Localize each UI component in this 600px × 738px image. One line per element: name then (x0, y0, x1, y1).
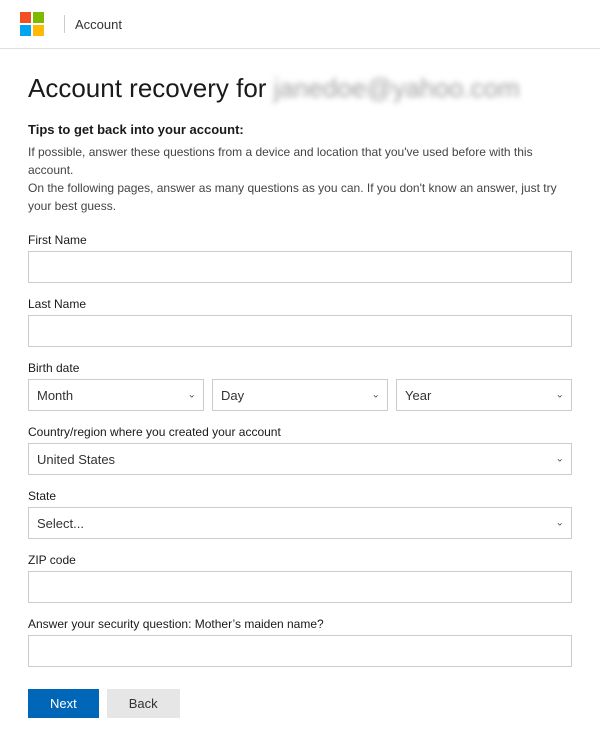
button-row: Next Back (28, 689, 572, 718)
state-group: State Select... ⌄ (28, 489, 572, 539)
tips-line1: If possible, answer these questions from… (28, 145, 533, 177)
country-label: Country/region where you created your ac… (28, 425, 572, 439)
main-content: Account recovery for janedoe@yahoo.com T… (0, 49, 600, 738)
year-select-wrap: Year ⌄ (396, 379, 572, 411)
day-select-wrap: Day 12345 678910 1112131415 1617181920 2… (212, 379, 388, 411)
microsoft-logo (20, 12, 44, 36)
header: Account (0, 0, 600, 49)
birth-date-group: Birth date Month JanuaryFebruaryMarch Ap… (28, 361, 572, 411)
country-select-wrap: United States ⌄ (28, 443, 572, 475)
security-group: Answer your security question: Mother’s … (28, 617, 572, 667)
security-label: Answer your security question: Mother’s … (28, 617, 572, 631)
last-name-group: Last Name (28, 297, 572, 347)
zip-label: ZIP code (28, 553, 572, 567)
month-select[interactable]: Month JanuaryFebruaryMarch AprilMayJune … (28, 379, 204, 411)
month-select-wrap: Month JanuaryFebruaryMarch AprilMayJune … (28, 379, 204, 411)
zip-input[interactable] (28, 571, 572, 603)
tips-text: If possible, answer these questions from… (28, 143, 572, 215)
security-input[interactable] (28, 635, 572, 667)
header-divider (64, 15, 65, 33)
tips-line2: On the following pages, answer as many q… (28, 181, 557, 213)
tips-section: Tips to get back into your account: If p… (28, 122, 572, 215)
next-button[interactable]: Next (28, 689, 99, 718)
header-account-label: Account (75, 17, 122, 32)
day-select[interactable]: Day 12345 678910 1112131415 1617181920 2… (212, 379, 388, 411)
zip-group: ZIP code (28, 553, 572, 603)
year-select[interactable]: Year (396, 379, 572, 411)
page-container: Account Account recovery for janedoe@yah… (0, 0, 600, 738)
page-title-static: Account recovery for (28, 73, 266, 103)
country-group: Country/region where you created your ac… (28, 425, 572, 475)
country-select[interactable]: United States (28, 443, 572, 475)
first-name-input[interactable] (28, 251, 572, 283)
last-name-label: Last Name (28, 297, 572, 311)
state-label: State (28, 489, 572, 503)
first-name-group: First Name (28, 233, 572, 283)
state-select-wrap: Select... ⌄ (28, 507, 572, 539)
birth-date-row: Month JanuaryFebruaryMarch AprilMayJune … (28, 379, 572, 411)
state-select[interactable]: Select... (28, 507, 572, 539)
birth-date-label: Birth date (28, 361, 572, 375)
back-button[interactable]: Back (107, 689, 180, 718)
page-title: Account recovery for janedoe@yahoo.com (28, 73, 572, 104)
first-name-label: First Name (28, 233, 572, 247)
page-title-email: janedoe@yahoo.com (274, 73, 520, 103)
last-name-input[interactable] (28, 315, 572, 347)
tips-heading: Tips to get back into your account: (28, 122, 572, 137)
